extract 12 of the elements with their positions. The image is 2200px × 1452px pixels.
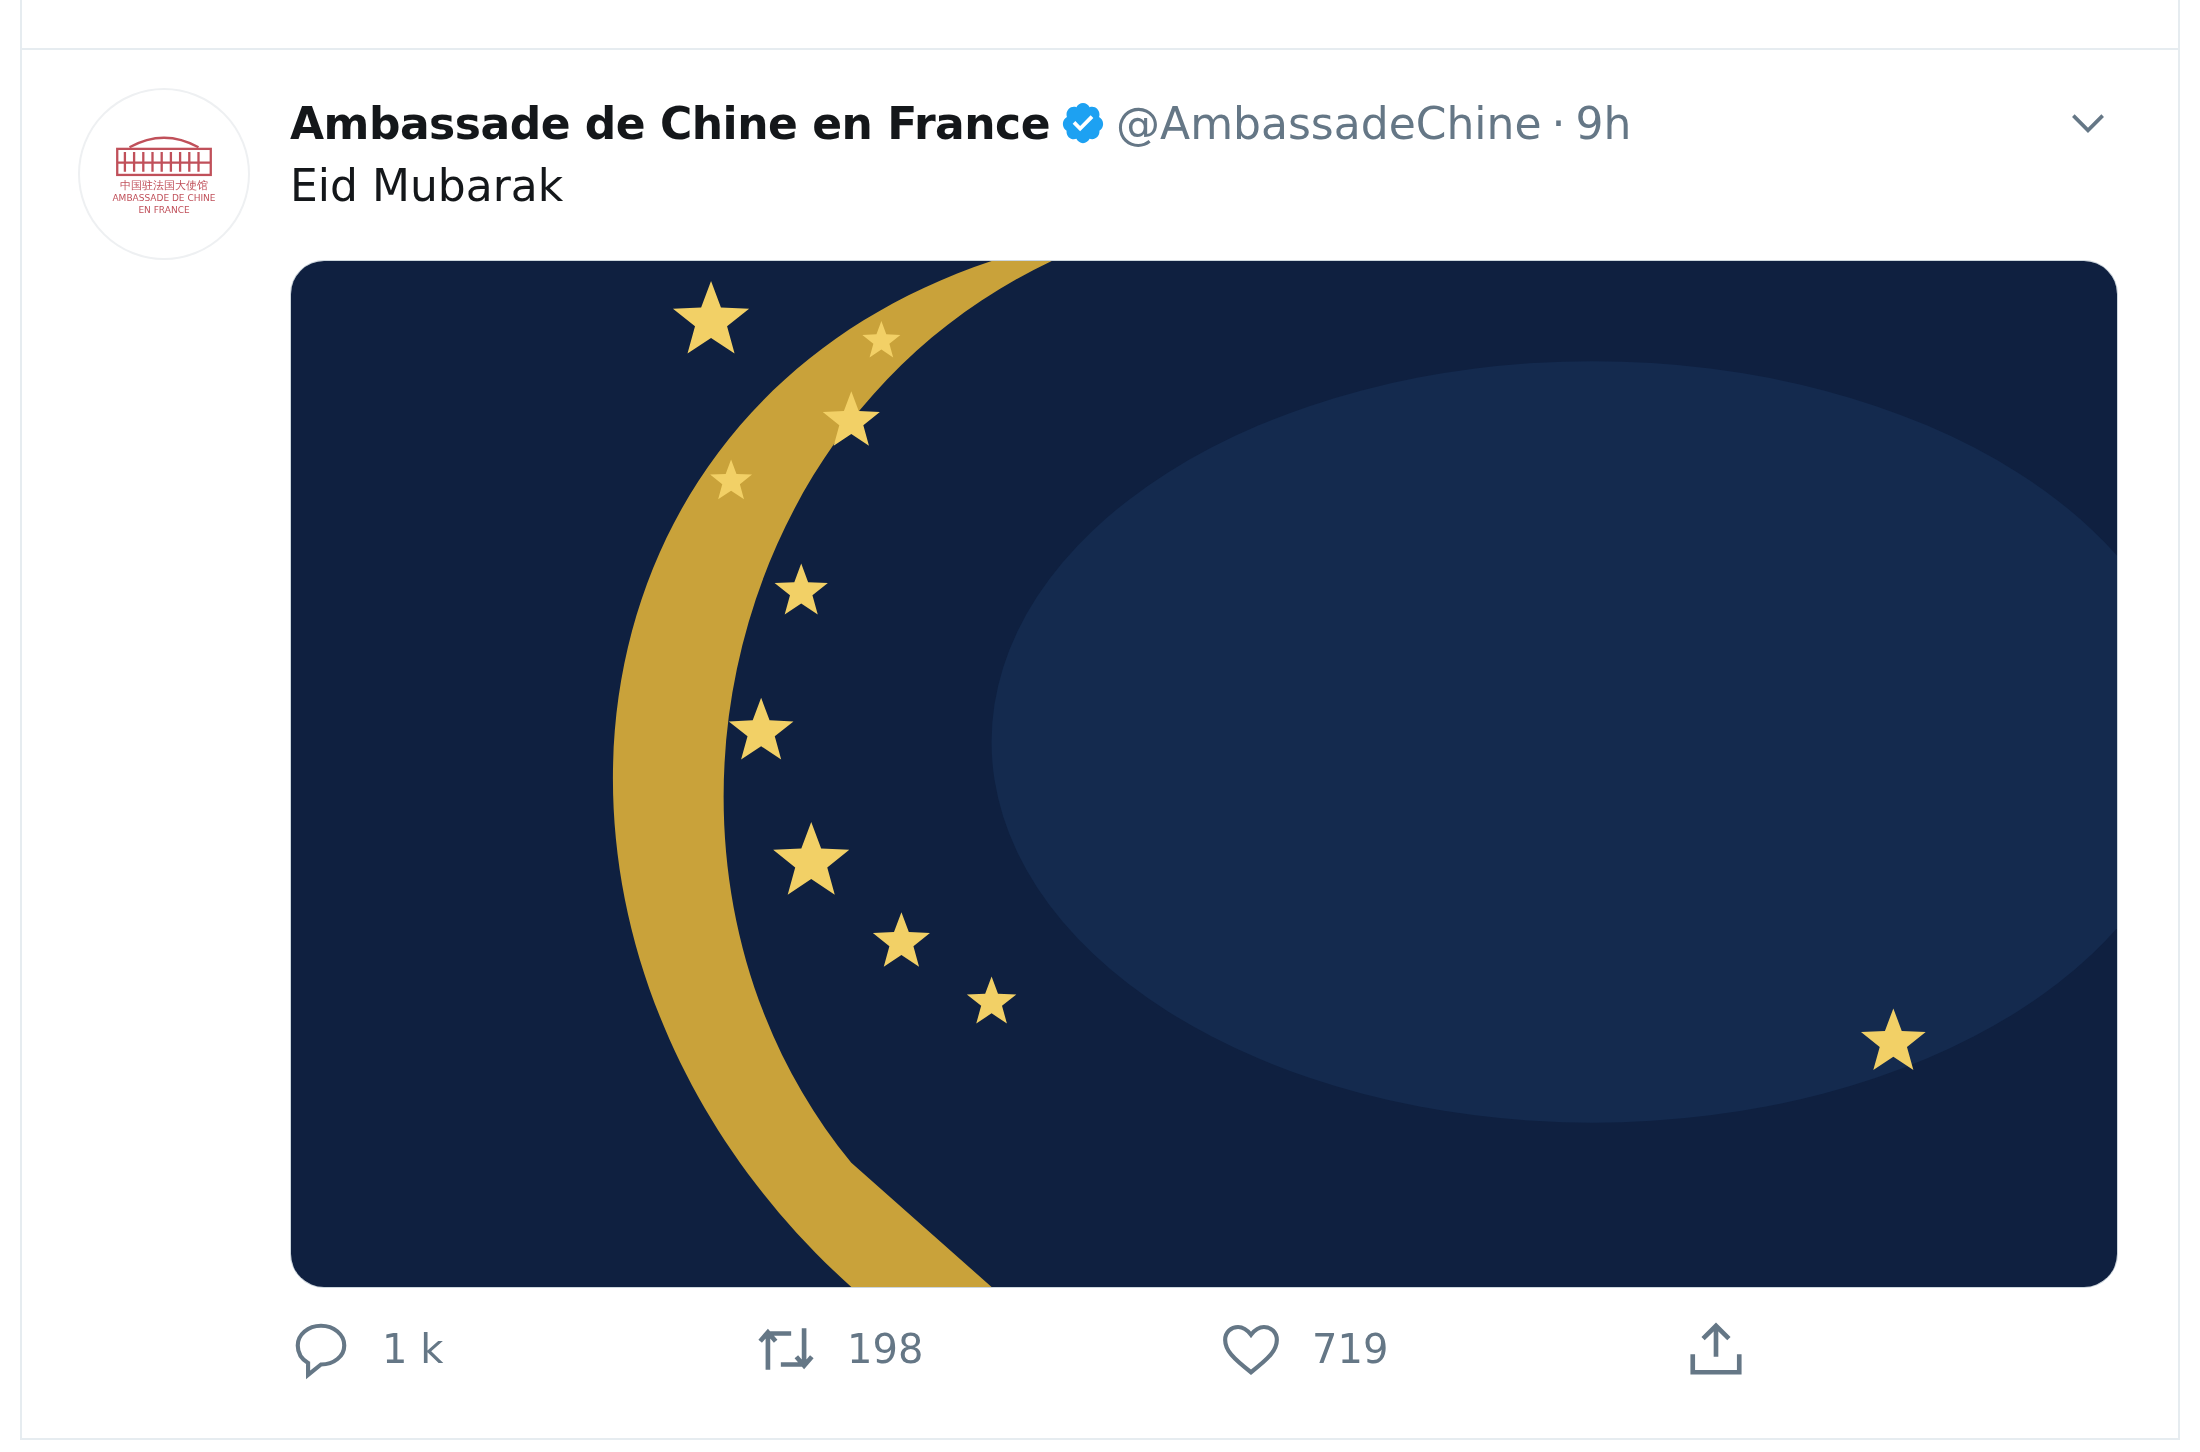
tweet-text: Eid Mubarak [290, 160, 565, 213]
action-count: 1 k [382, 1326, 444, 1372]
logo-text: EN FRANCE [138, 206, 190, 216]
author-name[interactable]: Ambassade de Chine en France [290, 97, 1051, 149]
user-handle[interactable]: @AmbassadeChine [1116, 97, 1542, 149]
separator-dot: · [1551, 97, 1566, 149]
logo-text: 中国驻法国大使馆 [120, 180, 208, 193]
action-count: 198 [847, 1326, 924, 1372]
action-count: 719 [1312, 1326, 1389, 1372]
tweet-time[interactable]: 9h [1575, 97, 1632, 149]
logo-text: AMBASSADE DE CHINE [112, 194, 216, 205]
avatar[interactable]: 中国驻法国大使馆 AMBASSADE DE CHINE EN FRANCE [78, 88, 250, 260]
